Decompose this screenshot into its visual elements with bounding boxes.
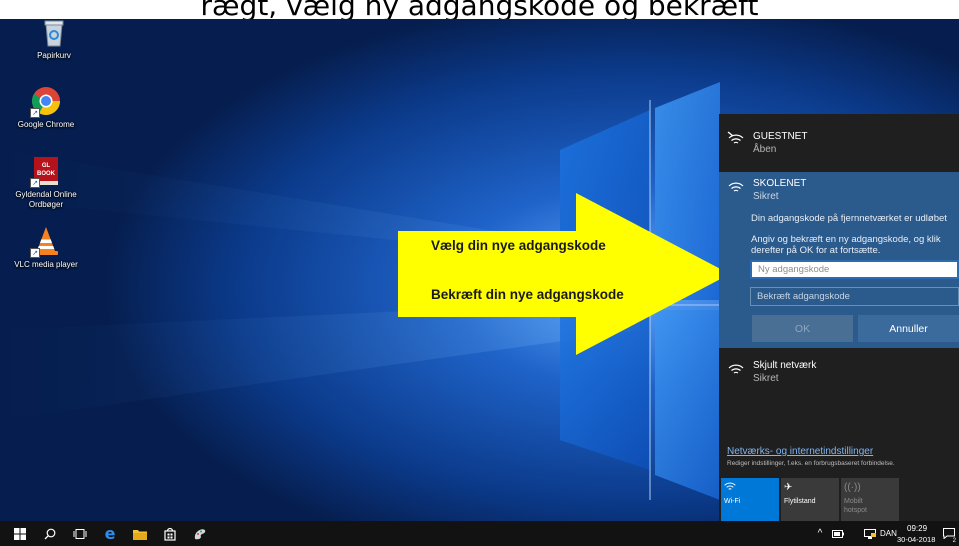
chevron-up-icon: ^ <box>817 528 823 539</box>
network-flyout: GUESTNET Åben SKOLENET Sikret Din adgang… <box>719 114 959 521</box>
search-icon <box>44 528 56 539</box>
start-button[interactable] <box>6 521 34 546</box>
quick-action-label: Flytilstand <box>784 498 816 505</box>
search-button[interactable] <box>36 521 64 546</box>
quick-action-label: Mobilt hotspot <box>844 498 867 514</box>
taskbar-store[interactable] <box>156 521 184 546</box>
tray-network[interactable] <box>862 521 878 546</box>
task-view-icon <box>73 528 87 539</box>
quick-action-hotspot[interactable]: ((·)) Mobilt hotspot <box>841 478 899 521</box>
cancel-button[interactable]: Annuller <box>858 315 959 342</box>
network-name: GUESTNET <box>753 131 808 142</box>
taskbar: e ^ DAN 09:29 30-04-2018 2 <box>0 521 959 546</box>
desktop-icon-recycle-bin[interactable]: Papirkurv <box>14 16 94 61</box>
quick-action-label: Wi-Fi <box>724 498 741 505</box>
airplane-icon: ✈ <box>784 482 793 493</box>
task-view-button[interactable] <box>66 521 94 546</box>
svg-text:BOOK: BOOK <box>37 171 56 177</box>
vlc-icon: ↗ <box>30 225 62 258</box>
clock-date[interactable]: 30-04-2018 <box>897 535 935 544</box>
top-banner: rægt, vælg ny adgangskode og bekræft <box>0 0 959 19</box>
folder-icon <box>133 529 147 540</box>
new-password-input[interactable] <box>750 260 959 279</box>
network-settings-description: Rediger indstillinger, f.eks. en forbrug… <box>727 460 895 467</box>
quick-action-airplane[interactable]: ✈ Flytilstand <box>781 478 839 521</box>
annotation-line-2: Bekræft din nye adgangskode <box>431 287 624 302</box>
tray-battery[interactable] <box>830 521 846 546</box>
wifi-secured-icon <box>728 364 744 374</box>
shortcut-arrow-icon: ↗ <box>30 108 40 118</box>
windows-logo-icon <box>14 527 26 540</box>
input-language[interactable]: DAN <box>880 529 897 538</box>
paint-icon <box>194 528 206 539</box>
network-settings-link[interactable]: Netværks- og internetindstillinger <box>727 446 873 457</box>
network-status: Sikret <box>753 191 779 202</box>
network-item-hidden[interactable]: Skjult netværk Sikret <box>719 354 959 394</box>
network-name: SKOLENET <box>753 178 807 189</box>
recycle-bin-icon <box>38 16 70 48</box>
desktop-icon-chrome[interactable]: ↗ Google Chrome <box>6 85 86 130</box>
battery-icon <box>832 529 844 538</box>
wifi-open-icon <box>727 131 744 144</box>
hotspot-icon: ((·)) <box>844 482 861 493</box>
confirm-password-input[interactable] <box>750 287 959 306</box>
edge-icon: e <box>104 524 116 543</box>
shortcut-arrow-icon: ↗ <box>30 178 40 188</box>
clock-time[interactable]: 09:29 <box>907 524 927 533</box>
instruction-line-1: Angiv og bekræft en ny adgangskode, og k… <box>751 234 941 245</box>
desktop-icon-label: Gyldendal Online Ordbøger <box>15 190 77 209</box>
desktop-icon-label: Papirkurv <box>37 51 71 60</box>
quick-action-wifi[interactable]: Wi-Fi <box>721 478 779 521</box>
annotation-line-1: Vælg din nye adgangskode <box>431 238 606 253</box>
wifi-icon <box>724 481 776 497</box>
desktop-icon-vlc[interactable]: ↗ VLC media player <box>6 225 86 270</box>
yellow-arrow-icon <box>398 193 730 355</box>
notification-count-badge: 2 <box>952 538 956 544</box>
ok-button[interactable]: OK <box>752 315 853 342</box>
gyldendal-icon: GL BOOK ↗ <box>30 155 62 188</box>
action-center-button[interactable]: 2 <box>940 521 958 546</box>
wifi-secured-icon <box>728 182 744 192</box>
taskbar-paint[interactable] <box>186 521 214 546</box>
network-name: Skjult netværk <box>753 360 817 371</box>
annotation-arrow: Vælg din nye adgangskode Bekræft din nye… <box>398 193 748 355</box>
desktop-icon-label: VLC media player <box>14 260 78 269</box>
expired-password-message: Din adgangskode på fjernnetværket er udl… <box>751 213 947 224</box>
show-hidden-icons-button[interactable]: ^ <box>812 521 828 546</box>
network-status: Åben <box>753 144 777 155</box>
taskbar-file-explorer[interactable] <box>126 521 154 546</box>
desktop-icon-gyldendal[interactable]: GL BOOK ↗ Gyldendal Online Ordbøger <box>6 155 86 210</box>
chrome-icon: ↗ <box>30 85 62 118</box>
network-monitor-icon <box>864 528 876 539</box>
network-item-guestnet[interactable]: GUESTNET Åben <box>719 114 959 172</box>
network-status: Sikret <box>753 373 779 384</box>
instruction-line-2: derefter på OK for at fortsætte. <box>751 245 881 256</box>
desktop-icon-label: Google Chrome <box>17 120 75 129</box>
svg-text:GL: GL <box>42 163 51 169</box>
taskbar-edge[interactable]: e <box>96 521 124 546</box>
store-icon <box>164 527 176 541</box>
shortcut-arrow-icon: ↗ <box>30 248 40 258</box>
